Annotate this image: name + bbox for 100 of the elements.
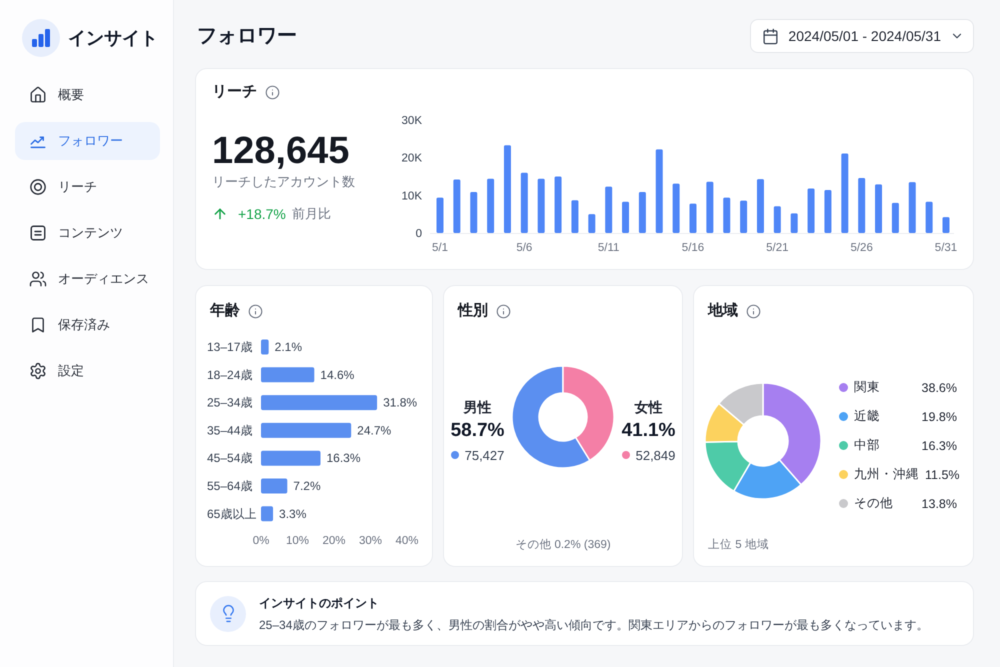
chart-bar [261,367,314,382]
chart-bar [790,213,798,233]
footnote: 上位 5 地域 [708,538,769,552]
value-label: 16.3% [326,451,361,466]
chart-bar [740,200,748,233]
share-value: 13.8% [922,496,957,510]
axis-label: 5/11 [598,242,620,254]
insight-title: インサイトのポイント [259,594,379,610]
axis-label: 5/31 [934,242,958,254]
chart-bar [261,450,320,466]
sidebar-item[interactable]: 概要 [15,76,160,114]
sidebar-item[interactable]: フォロワー [15,122,160,160]
value-label: 7.2% [293,479,321,493]
share-value: 11.5% [925,468,960,482]
chart-bar [690,204,696,233]
people-icon [29,270,47,288]
count-value: 75,427 [464,448,504,462]
chart-bar [554,176,562,233]
share-value: 16.3% [922,438,957,452]
chart-bar [824,190,832,233]
value-label: 3.3% [279,506,306,521]
chart-bar [638,192,646,233]
card-title: 性別 [458,301,488,321]
sidebar-item[interactable]: リーチ [15,168,160,206]
legend-label: 九州・沖縄 [854,466,919,483]
axis-label: 5/6 [516,242,532,254]
category-label: 35–44歳 [207,423,252,438]
chart-bar [808,188,815,233]
category-label: 13–17歳 [207,340,252,354]
chart-bar [520,172,528,233]
chart-bar [261,506,274,522]
category-label: 25–34歳 [207,396,252,410]
chart-bar [858,178,866,233]
change-label: 前月比 [292,205,331,223]
sidebar-item[interactable]: 設定 [15,352,160,390]
axis-label: 30% [358,535,382,547]
category-label: 18–24歳 [207,368,252,382]
legend-label: その他 [854,495,893,512]
chart-bar [723,198,730,233]
share-value: 41.1% [622,419,676,443]
card-title: リーチ [212,82,257,102]
count-value: 52,849 [636,448,676,462]
value-label: 31.8% [383,396,418,410]
chart-bar [605,186,612,233]
value-label: 2.1% [274,340,302,354]
legend-label: 関東 [854,379,880,396]
axis-label: 5/26 [850,242,873,254]
date-range-button[interactable]: 2024/05/01 - 2024/05/31 [750,19,974,53]
category-label: 65歳以上 [207,506,256,521]
chart-bar [622,202,630,233]
legend-label: 中部 [854,437,880,454]
chart-bar [706,182,714,233]
share-value: 38.6% [922,380,957,394]
value-label: 14.6% [320,368,354,382]
page-title: フォロワー [197,24,297,49]
sidebar-item[interactable]: コンテンツ [15,214,160,252]
home-icon [29,86,47,104]
logo-icon [22,19,60,57]
reach-total: 128,645 [212,131,350,171]
chart-bar [470,192,478,233]
axis-label: 5/1 [432,242,448,254]
chart-bar [261,478,288,494]
sidebar-item[interactable]: オーディエンス [15,260,160,298]
info-icon [746,304,761,318]
chart-bar [892,202,899,233]
bookmark-icon [29,316,47,334]
chart-bar [538,178,545,233]
value-label: 24.7% [357,423,392,438]
lightbulb-icon [210,596,246,632]
settings-icon [29,362,47,380]
share-value: 58.7% [450,419,504,443]
axis-label: 20% [322,535,346,547]
insight-text: 25–34歳のフォロワーが最も多く、男性の割合がやや高い傾向です。関東エリアからのフォロワーが最も多くなっています。 [259,616,928,632]
axis-label: 20K [402,152,422,165]
chart-bar [756,179,764,233]
chart-bar [672,184,680,233]
card-title: 地域 [708,301,738,321]
info-icon [496,304,511,318]
category-label: 55–64歳 [207,479,252,493]
app-name: インサイト [68,27,158,49]
axis-label: 0% [252,535,270,547]
calendar-icon [762,28,780,44]
chart-bar [926,202,933,233]
change-value: +18.7% [238,206,286,222]
sidebar-item[interactable]: 保存済み [15,306,160,344]
axis-label: 10% [286,535,310,547]
axis-label: 5/16 [682,242,704,254]
legend-label: 男性 [464,399,492,415]
share-value: 19.8% [922,410,957,424]
chart-bar [588,214,596,233]
category-label: 45–54歳 [207,451,252,466]
chart-bar [261,340,269,354]
chart-bar [774,206,781,233]
footnote: その他 0.2% (369) [515,538,611,552]
info-icon [248,304,263,318]
chart-bar [487,178,494,233]
axis-label: 30K [402,115,422,127]
info-icon [265,84,280,100]
chart-bar [942,217,950,233]
chart-bar [453,180,460,233]
